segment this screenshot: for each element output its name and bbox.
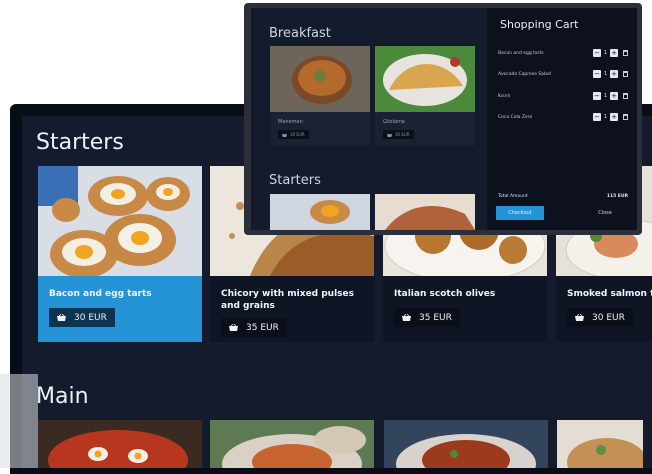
price-label: 30 EUR [74,312,107,323]
price-label: 35 EUR [246,322,279,333]
quantity-stepper: − 1 + [593,92,628,100]
trash-icon[interactable] [623,50,628,56]
basket-icon [575,314,584,321]
cart-item: Avocado Caprese Salad − 1 + [498,69,628,79]
checkout-button[interactable]: Checkout [496,206,544,220]
breakfast-card-gozleme[interactable]: Gözleme 30 EUR [375,46,475,146]
cart-item-name: Coca Cola Zero [498,114,533,120]
quantity-stepper: − 1 + [593,49,628,57]
starter-name: Chicory with mixed pulses and grains [221,289,354,311]
increase-button[interactable]: + [610,49,618,57]
price-label: 30 EUR [290,132,305,137]
price-label: 30 EUR [592,312,625,323]
starter-name: Italian scotch olives [394,289,496,299]
decrease-button[interactable]: − [593,113,601,121]
decrease-button[interactable]: − [593,70,601,78]
increase-button[interactable]: + [610,70,618,78]
add-to-cart-button[interactable]: 35 EUR [221,318,287,337]
breakfast-card-menemen[interactable]: Menemen 30 EUR [270,46,370,146]
trash-icon[interactable] [623,71,628,77]
price-label: 35 EUR [419,312,452,323]
main-section-title: Main [36,384,89,409]
main-dish-photo[interactable] [557,420,643,468]
quantity-value: 1 [603,50,608,56]
breakfast-name: Gözleme [383,119,405,125]
basket-icon [282,133,287,137]
increase-button[interactable]: + [610,92,618,100]
bacon-egg-tarts-photo [38,166,202,276]
starter-name: Bacon and egg tarts [49,289,152,299]
gozleme-photo [375,46,475,112]
add-to-cart-button[interactable]: 30 EUR [567,308,633,327]
main-dish-photo[interactable] [210,420,374,468]
quantity-value: 1 [603,114,608,120]
starter-card-small[interactable] [375,194,475,230]
starters-section-title: Starters [36,130,124,155]
breakfast-section-title: Breakfast [269,26,331,41]
basket-icon [57,314,66,321]
quantity-value: 1 [603,93,608,99]
cart-item: Kısırlı − 1 + [498,91,628,101]
starters-section-title-small: Starters [269,173,321,188]
cart-item: Bacon and egg tarts − 1 + [498,48,628,58]
decrease-button[interactable]: − [593,92,601,100]
price-label: 30 EUR [395,132,410,137]
add-to-cart-button[interactable]: 30 EUR [278,130,309,139]
cart-item-name: Avocado Caprese Salad [498,71,551,77]
basket-icon [402,314,411,321]
trash-icon[interactable] [623,93,628,99]
main-dish-photo[interactable] [384,420,548,468]
total-label: Total Amount [498,194,528,199]
close-button[interactable]: Close [590,206,620,220]
add-to-cart-button[interactable]: 35 EUR [394,308,460,327]
add-to-cart-button[interactable]: 30 EUR [49,308,115,327]
starter-name: Smoked salmon ta [567,289,652,299]
shopping-cart-panel: Shopping Cart Bacon and egg tarts − 1 + … [487,8,637,230]
cart-total: Total Amount 115 EUR [498,194,628,199]
starter-card-bacon-egg-tarts[interactable]: Bacon and egg tarts 30 EUR [38,166,202,342]
cart-title: Shopping Cart [500,18,579,31]
increase-button[interactable]: + [610,113,618,121]
quantity-value: 1 [603,71,608,77]
quantity-stepper: − 1 + [593,113,628,121]
cart-item-name: Bacon and egg tarts [498,50,544,56]
total-value: 115 EUR [606,194,628,199]
cart-item-name: Kısırlı [498,93,511,99]
breakfast-name: Menemen [278,119,303,125]
basket-icon [387,133,392,137]
menemen-photo [270,46,370,112]
basket-icon [229,324,238,331]
add-to-cart-button[interactable]: 30 EUR [383,130,414,139]
trash-icon[interactable] [623,114,628,120]
background-shade [0,374,38,468]
quantity-stepper: − 1 + [593,70,628,78]
main-dish-photo[interactable] [38,420,202,468]
decrease-button[interactable]: − [593,49,601,57]
starter-card-small[interactable] [270,194,370,230]
cart-item: Coca Cola Zero − 1 + [498,112,628,122]
